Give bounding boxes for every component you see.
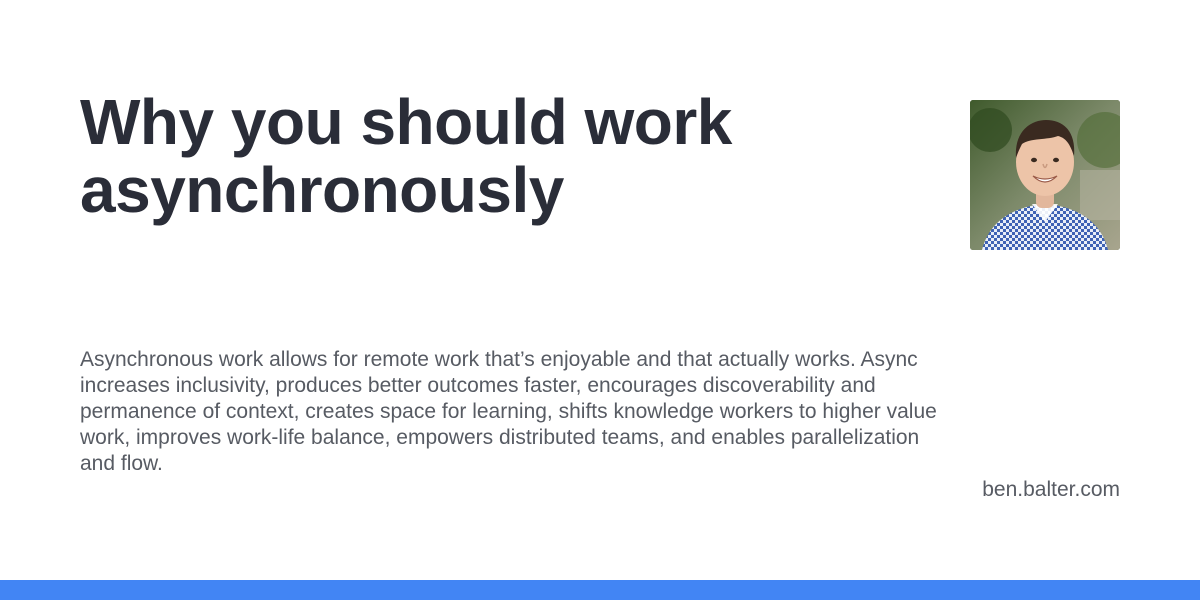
author-photo-icon xyxy=(970,100,1120,250)
author-avatar xyxy=(970,100,1120,250)
page-description: Asynchronous work allows for remote work… xyxy=(80,348,937,475)
page-title: Why you should work asynchronously xyxy=(80,86,732,226)
accent-bar xyxy=(0,580,1200,600)
social-card: Why you should work asynchronously Async… xyxy=(0,0,1200,600)
site-domain: ben.balter.com xyxy=(982,478,1120,501)
